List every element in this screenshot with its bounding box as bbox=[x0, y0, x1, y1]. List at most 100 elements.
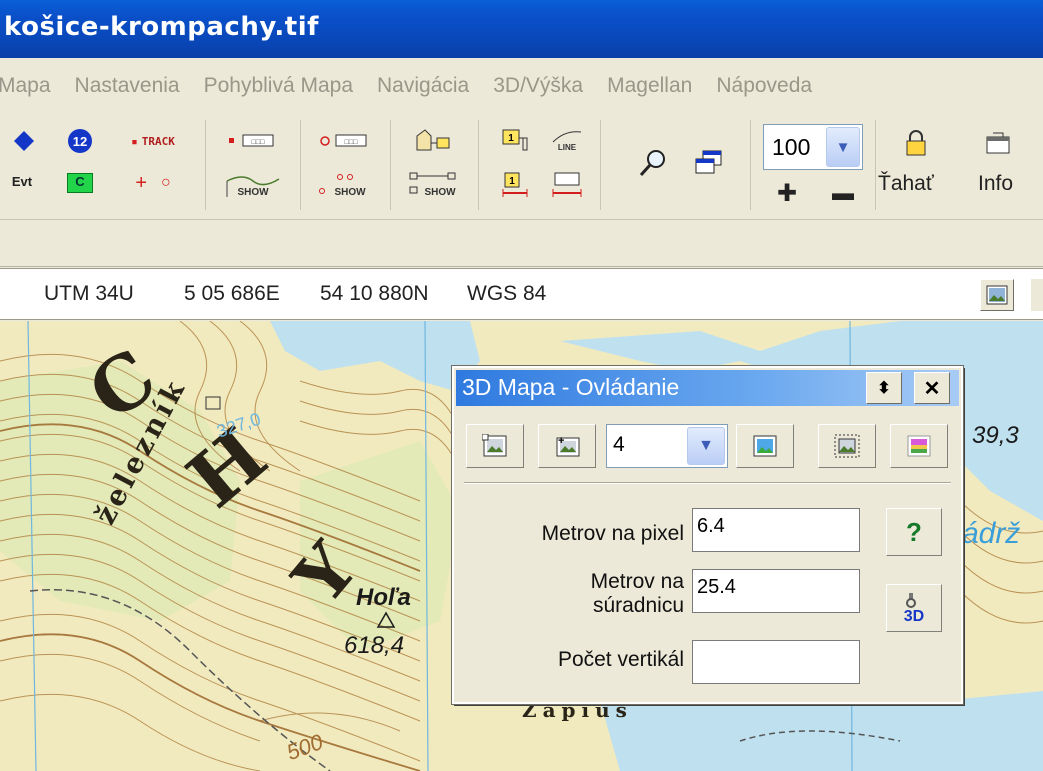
show-track-button[interactable]: SHOW bbox=[220, 166, 286, 204]
waypoint-number-button[interactable]: 12 bbox=[58, 122, 102, 160]
3d-wrench-icon: 3D bbox=[904, 593, 924, 625]
point-box-button[interactable]: □□□ bbox=[220, 122, 286, 160]
show-route-button[interactable]: SHOW bbox=[403, 166, 469, 204]
dialog-frame-button[interactable] bbox=[818, 424, 876, 468]
measure-number-button[interactable]: 1 bbox=[493, 166, 537, 204]
show-label-2: SHOW bbox=[334, 187, 366, 198]
line-label: LINE bbox=[558, 143, 577, 152]
toolbar-group-show-3: SHOW bbox=[391, 120, 479, 210]
show-route-icon: SHOW bbox=[409, 172, 456, 198]
info-label[interactable]: Info bbox=[978, 172, 1013, 196]
measure-number-icon: 1 bbox=[502, 172, 528, 197]
dialog-landscape-button[interactable] bbox=[736, 424, 794, 468]
metrov-na-pixel-field[interactable]: 6.4 bbox=[692, 508, 860, 552]
menu-navigacia[interactable]: Navigácia bbox=[365, 74, 481, 98]
chevron-down-icon[interactable]: ▼ bbox=[687, 427, 725, 465]
menu-bar: Mapa Nastavenia Pohyblivá Mapa Navigácia… bbox=[0, 62, 1043, 110]
measure-box-button[interactable] bbox=[545, 166, 589, 204]
pocet-vertikal-field[interactable] bbox=[692, 640, 860, 684]
chevron-down-icon[interactable]: ▼ bbox=[826, 127, 860, 167]
windows-icon bbox=[695, 150, 722, 174]
menu-3d-vyska[interactable]: 3D/Výška bbox=[481, 74, 595, 98]
toolbar-group-show-1: □□□ SHOW bbox=[206, 120, 301, 210]
menu-nastavenia[interactable]: Nastavenia bbox=[63, 74, 192, 98]
tahat-label[interactable]: Ťahať bbox=[878, 172, 934, 196]
info-window-button[interactable] bbox=[976, 124, 1020, 162]
minus-icon: ▬ bbox=[832, 180, 854, 205]
menu-magellan[interactable]: Magellan bbox=[595, 74, 704, 98]
svg-text:1: 1 bbox=[508, 133, 514, 144]
number-sign-button[interactable]: 1 bbox=[493, 122, 537, 160]
toolbar-group-line: 1 LINE 1 bbox=[479, 120, 601, 210]
zoom-out-button[interactable]: ▬ bbox=[821, 174, 865, 212]
map-label-adrz: ádrž bbox=[962, 517, 1020, 550]
svg-text:□□□: □□□ bbox=[345, 139, 358, 146]
diamond-icon bbox=[14, 131, 34, 151]
map-label-hola: Hoľa bbox=[356, 584, 411, 611]
line-button[interactable]: LINE bbox=[545, 122, 589, 160]
toolbar-group-tahat: Ťahať bbox=[876, 120, 956, 210]
map-image-button[interactable] bbox=[980, 279, 1014, 311]
menu-mapa[interactable]: Mapa bbox=[0, 74, 63, 98]
evt-label: Evt bbox=[11, 173, 33, 189]
map-label-elevation-right: 39,3 bbox=[972, 422, 1019, 449]
waypoint-number: 12 bbox=[73, 134, 87, 149]
dialog-level-combo[interactable]: 4 ▼ bbox=[606, 424, 728, 468]
updown-arrows-icon: ⬍ bbox=[877, 380, 891, 397]
zoom-combo[interactable]: 100 ▼ bbox=[763, 124, 863, 170]
dialog-colormap-button[interactable] bbox=[890, 424, 948, 468]
track-button[interactable]: ▪ TRACK bbox=[118, 122, 188, 160]
cross-icon: + bbox=[135, 171, 147, 194]
numbered-circle-icon: 12 bbox=[68, 129, 92, 153]
evt-button[interactable]: Evt bbox=[0, 162, 44, 200]
number-sign-icon: 1 bbox=[502, 129, 528, 151]
coordinate-bar: UTM 34U 5 05 686E 54 10 880N WGS 84 bbox=[0, 268, 1043, 320]
show-label-3: SHOW bbox=[424, 187, 456, 198]
dialog-3d-button[interactable]: 3D bbox=[886, 584, 942, 632]
picture-icon bbox=[986, 285, 1008, 305]
arrow-box-button[interactable] bbox=[411, 122, 461, 160]
magnifier-button[interactable] bbox=[631, 144, 675, 182]
landscape-icon bbox=[753, 435, 777, 457]
zoom-in-button[interactable]: ✚ bbox=[765, 174, 809, 212]
c-button[interactable]: C bbox=[58, 164, 102, 202]
dialog-image-button-1[interactable] bbox=[466, 424, 524, 468]
circle-box-button[interactable]: □□□ bbox=[313, 122, 379, 160]
menu-pohybliva-mapa[interactable]: Pohyblivá Mapa bbox=[192, 74, 365, 98]
svg-text:□□□: □□□ bbox=[252, 139, 265, 146]
pointer-box-icon bbox=[416, 129, 450, 151]
dialog-close-button[interactable]: ✕ bbox=[914, 372, 950, 404]
map-extra-button[interactable] bbox=[1030, 279, 1043, 311]
c-label: C bbox=[67, 173, 93, 193]
cross-circle-button[interactable]: + ○ bbox=[118, 164, 188, 202]
pocet-vertikal-label: Počet vertikál bbox=[557, 648, 684, 671]
help-icon: ? bbox=[906, 516, 922, 547]
point-box-icon: □□□ bbox=[229, 134, 274, 147]
dialog-updown-button[interactable]: ⬍ bbox=[866, 372, 902, 404]
dialog-image-add-button[interactable]: + bbox=[538, 424, 596, 468]
plus-icon: ✚ bbox=[776, 179, 798, 207]
colormap-icon bbox=[907, 435, 931, 457]
measure-box-icon bbox=[552, 172, 582, 197]
empty-toolbar-strip bbox=[0, 221, 1043, 267]
image-add-icon: + bbox=[556, 435, 580, 457]
show-label-1: SHOW bbox=[237, 187, 269, 198]
toolbar-group-show-2: □□□ SHOW bbox=[301, 120, 391, 210]
lock-button[interactable] bbox=[894, 124, 938, 162]
coord-system: UTM 34U bbox=[44, 282, 134, 305]
toolbar-group-zoom: 100 ▼ ✚ ▬ bbox=[751, 120, 876, 210]
metrov-na-suradnicu-field[interactable]: 25.4 bbox=[692, 569, 860, 613]
show-points-icon: SHOW bbox=[319, 174, 366, 198]
toolbar-group-info: Info bbox=[956, 120, 1043, 210]
circle-icon: ○ bbox=[161, 174, 171, 191]
show-track-icon: SHOW bbox=[226, 176, 280, 198]
window-title-bar[interactable]: košice-krompachy.tif bbox=[0, 0, 1043, 58]
show-points-button[interactable]: SHOW bbox=[313, 166, 379, 204]
frame-icon bbox=[834, 434, 860, 458]
dialog-help-button[interactable]: ? bbox=[886, 508, 942, 556]
waypoint-diamond-button[interactable] bbox=[2, 122, 46, 160]
windows-button[interactable] bbox=[687, 144, 731, 182]
metrov-na-pixel-label: Metrov na pixel bbox=[541, 522, 684, 545]
menu-napoveda[interactable]: Nápoveda bbox=[704, 74, 824, 98]
window-title: košice-krompachy.tif bbox=[4, 12, 319, 42]
